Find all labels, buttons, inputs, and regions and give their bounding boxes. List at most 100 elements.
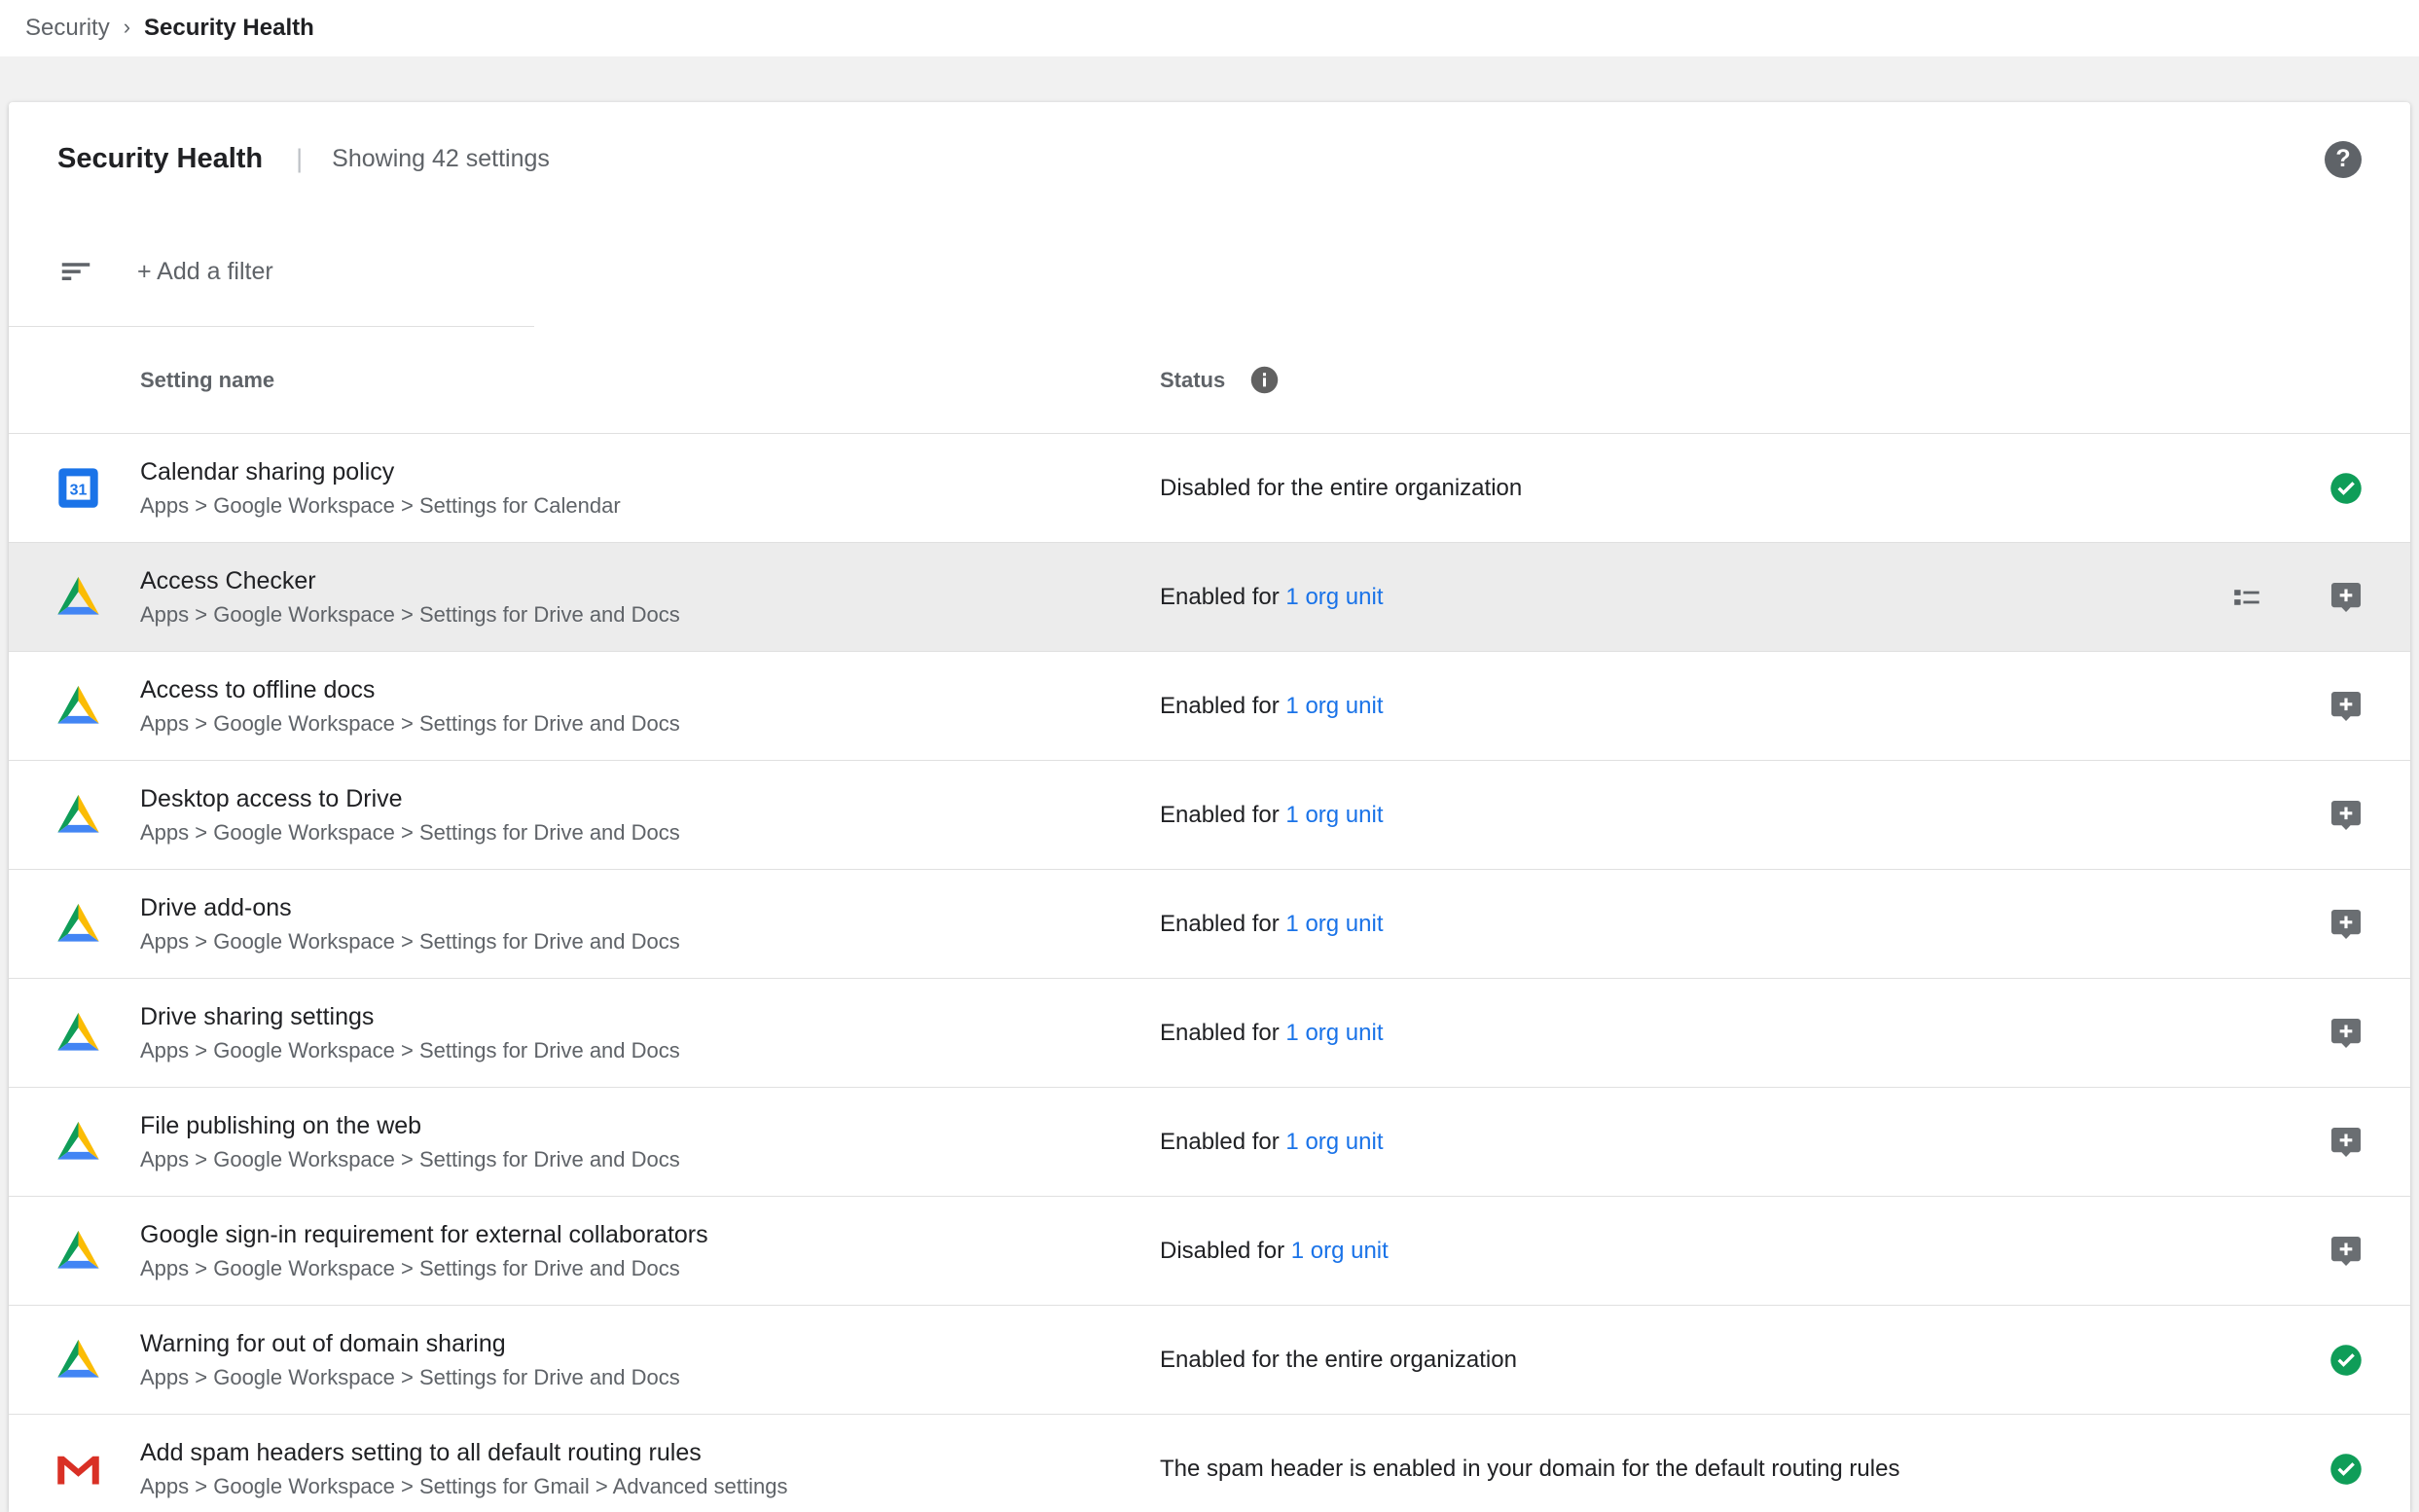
status-text: Enabled for [1160,802,1285,828]
info-icon[interactable] [1248,364,1281,396]
setting-name: Drive add-ons [140,893,1160,923]
extra-icon-placeholder [2228,906,2265,943]
setting-text: Access CheckerApps > Google Workspace > … [140,566,1160,629]
setting-path: Apps > Google Workspace > Settings for D… [140,1255,1160,1282]
setting-name: File publishing on the web [140,1111,1160,1141]
drive-icon [54,1008,103,1058]
setting-name: Drive sharing settings [140,1002,1160,1032]
setting-path: Apps > Google Workspace > Settings for D… [140,710,1160,738]
filter-icon[interactable] [57,253,94,290]
flag-add-icon[interactable] [2328,906,2365,943]
status-text: Enabled for the entire organization [1160,1347,1517,1373]
check-circle-icon [2328,1451,2365,1488]
setting-path: Apps > Google Workspace > Settings for D… [140,928,1160,955]
filter-bar: + Add a filter [9,216,2410,327]
setting-status: Enabled for 1 org unit [1160,911,2228,938]
setting-text: Google sign-in requirement for external … [140,1220,1160,1282]
setting-text: Access to offline docs Apps > Google Work… [140,675,1160,738]
setting-name: Warning for out of domain sharing [140,1329,1160,1359]
page-title: Security Health [57,143,263,175]
flag-add-icon[interactable] [2328,1124,2365,1161]
setting-status: The spam header is enabled in your domai… [1160,1456,2228,1483]
column-status: Status [1160,368,1225,393]
drive-icon [54,572,103,622]
setting-path: Apps > Google Workspace > Settings for D… [140,1364,1160,1391]
flag-add-icon[interactable] [2328,579,2365,616]
table-header: Setting name Status [9,327,2410,434]
status-text: Disabled for [1160,1238,1291,1264]
extra-icon-placeholder [2228,470,2265,507]
table-row[interactable]: File publishing on the web Apps > Google … [9,1088,2410,1197]
org-unit-link[interactable]: 1 org unit [1285,911,1383,937]
drive-icon [54,899,103,949]
check-circle-icon [2328,1342,2365,1379]
status-text: The spam header is enabled in your domai… [1160,1456,1899,1482]
help-icon[interactable] [2325,141,2362,178]
table-row[interactable]: Warning for out of domain sharing Apps > … [9,1306,2410,1415]
setting-status: Enabled for the entire organization [1160,1347,2228,1374]
table-row[interactable]: Drive add-ons Apps > Google Workspace > S… [9,870,2410,979]
security-health-card: Security Health | Showing 42 settings + … [9,102,2410,1512]
drive-icon [54,1335,103,1385]
table-row[interactable]: Add spam headers setting to all default … [9,1415,2410,1512]
flag-add-icon[interactable] [2328,797,2365,834]
setting-status: Enabled for 1 org unit [1160,1020,2228,1047]
table-row[interactable]: Desktop access to Drive Apps > Google Wor… [9,761,2410,870]
gmail-icon [54,1444,103,1494]
setting-path: Apps > Google Workspace > Settings for D… [140,819,1160,846]
setting-text: Desktop access to Drive Apps > Google Wor… [140,784,1160,846]
org-unit-link[interactable]: 1 org unit [1285,1129,1383,1155]
setting-path: Apps > Google Workspace > Settings for D… [140,1146,1160,1173]
table-row[interactable]: Access CheckerApps > Google Workspace > … [9,543,2410,652]
divider [9,326,534,327]
setting-path: Apps > Google Workspace > Settings for C… [140,492,1160,520]
setting-name: Calendar sharing policy [140,457,1160,487]
setting-path: Apps > Google Workspace > Settings for G… [140,1473,1160,1500]
breadcrumb: Security › Security Health [0,0,2419,56]
drive-icon [54,1226,103,1276]
calendar-icon: 31 [54,463,103,513]
org-unit-link[interactable]: 1 org unit [1285,584,1383,610]
drive-icon [54,1117,103,1167]
status-text: Enabled for [1160,911,1285,937]
setting-text: File publishing on the web Apps > Google … [140,1111,1160,1173]
setting-name: Access Checker [140,566,1160,596]
add-filter-button[interactable]: + Add a filter [137,258,273,286]
setting-name: Access to offline docs [140,675,1160,705]
setting-status: Disabled for the entire organization [1160,475,2228,502]
check-circle-icon [2328,470,2365,507]
flag-add-icon[interactable] [2328,1233,2365,1270]
table-row[interactable]: Access to offline docs Apps > Google Work… [9,652,2410,761]
org-unit-link[interactable]: 1 org unit [1291,1238,1389,1264]
extra-icon-placeholder [2228,1342,2265,1379]
flag-add-icon[interactable] [2328,688,2365,725]
setting-text: Add spam headers setting to all default … [140,1438,1160,1500]
status-text: Enabled for [1160,584,1285,610]
setting-text: Calendar sharing policy Apps > Google Wor… [140,457,1160,520]
table-row[interactable]: Google sign-in requirement for external … [9,1197,2410,1306]
status-text: Enabled for [1160,1129,1285,1155]
setting-name: Desktop access to Drive [140,784,1160,814]
card-header: Security Health | Showing 42 settings [9,102,2410,216]
setting-name: Add spam headers setting to all default … [140,1438,1160,1468]
title-divider: | [296,144,303,174]
table-row[interactable]: 31 Calendar sharing policy Apps > Google W… [9,434,2410,543]
table-row[interactable]: Drive sharing settings Apps > Google Work… [9,979,2410,1088]
status-text: Enabled for [1160,1020,1285,1046]
breadcrumb-current-page: Security Health [144,15,314,42]
extra-icon-placeholder [2228,1451,2265,1488]
setting-name: Google sign-in requirement for external … [140,1220,1160,1250]
settings-table-body: 31 Calendar sharing policy Apps > Google W… [9,434,2410,1512]
org-unit-link[interactable]: 1 org unit [1285,802,1383,828]
setting-status: Enabled for 1 org unit [1160,693,2228,720]
settings-count: Showing 42 settings [332,145,550,173]
flag-add-icon[interactable] [2328,1015,2365,1052]
org-unit-link[interactable]: 1 org unit [1285,1020,1383,1046]
org-unit-link[interactable]: 1 org unit [1285,693,1383,719]
setting-text: Warning for out of domain sharing Apps > … [140,1329,1160,1391]
drive-icon [54,790,103,840]
extra-icon-placeholder [2228,688,2265,725]
setting-path: Apps > Google Workspace > Settings for D… [140,1037,1160,1064]
list-icon [2228,579,2265,616]
breadcrumb-security[interactable]: Security [25,15,110,42]
